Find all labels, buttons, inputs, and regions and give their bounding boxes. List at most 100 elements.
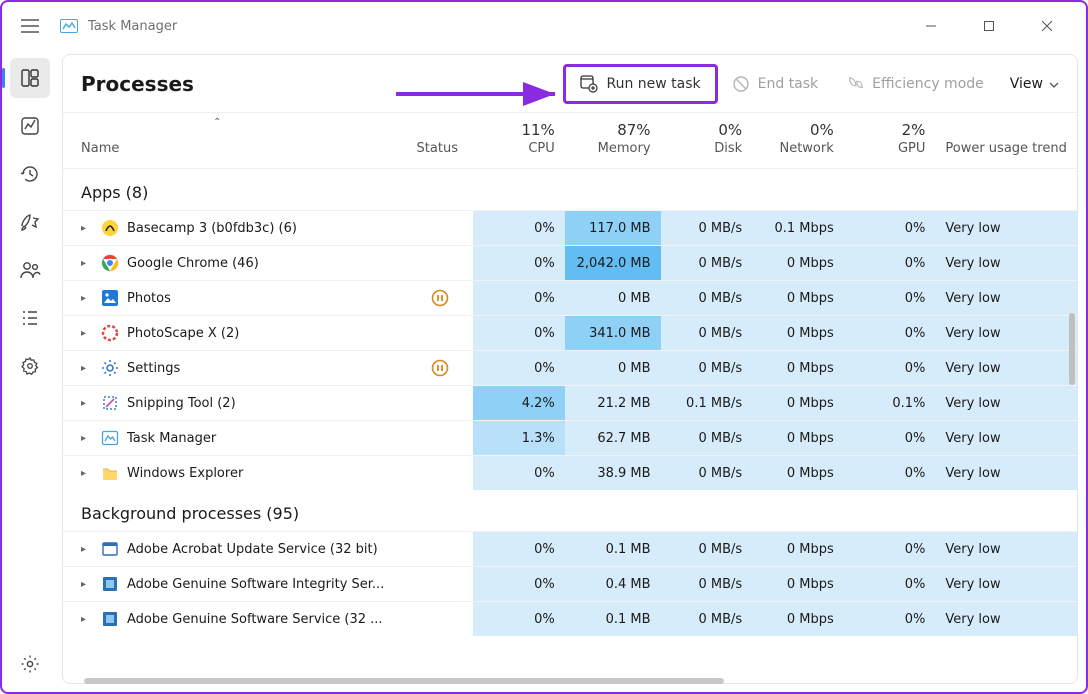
view-label: View <box>1010 76 1043 92</box>
table-row[interactable]: ▸ Adobe Genuine Software Service (32 ...… <box>63 602 1077 637</box>
process-name: Photos <box>127 291 171 306</box>
memory-cell: 117.0 MB <box>565 211 661 246</box>
column-header-gpu[interactable]: 2%GPU <box>844 113 936 169</box>
column-header-power[interactable]: Power usage trend <box>935 113 1077 169</box>
efficiency-icon <box>846 75 864 93</box>
sidebar-item-history[interactable] <box>10 154 50 194</box>
process-icon <box>101 394 119 412</box>
table-row[interactable]: ▸ Task Manager 1.3% 62.7 MB 0 MB/s 0 Mbp… <box>63 421 1077 456</box>
process-icon <box>101 289 119 307</box>
vertical-scrollbar[interactable] <box>1069 313 1075 385</box>
memory-cell: 21.2 MB <box>565 386 661 421</box>
process-name: Adobe Genuine Software Integrity Ser... <box>127 577 384 592</box>
hamburger-menu-icon[interactable] <box>10 19 50 33</box>
process-icon <box>101 429 119 447</box>
minimize-button[interactable] <box>908 10 954 42</box>
network-cell: 0 Mbps <box>752 281 844 316</box>
page-title: Processes <box>81 72 194 96</box>
sidebar-item-processes[interactable] <box>10 58 50 98</box>
process-name: Adobe Acrobat Update Service (32 bit) <box>127 542 378 557</box>
memory-cell: 62.7 MB <box>565 421 661 456</box>
process-table[interactable]: ⌃ Name Status 11%CPU 87%Memory 0%Disk 0%… <box>63 113 1077 683</box>
column-header-cpu[interactable]: 11%CPU <box>473 113 565 169</box>
chevron-right-icon[interactable]: ▸ <box>81 398 93 409</box>
network-cell: 0 Mbps <box>752 316 844 351</box>
chevron-down-icon <box>1049 76 1059 92</box>
chevron-right-icon[interactable]: ▸ <box>81 614 93 625</box>
toolbar: Processes Run new task End task Efficien… <box>63 55 1077 113</box>
sidebar-item-startup[interactable] <box>10 202 50 242</box>
chevron-right-icon[interactable]: ▸ <box>81 328 93 339</box>
process-icon <box>101 540 119 558</box>
process-name: Settings <box>127 361 180 376</box>
table-row[interactable]: ▸ Snipping Tool (2) 4.2% 21.2 MB 0.1 MB/… <box>63 386 1077 421</box>
gpu-cell: 0.1% <box>844 386 936 421</box>
column-header-network[interactable]: 0%Network <box>752 113 844 169</box>
end-task-icon <box>732 75 750 93</box>
table-row[interactable]: ▸ Settings 0% 0 MB 0 MB/s 0 Mbps 0% Very… <box>63 351 1077 386</box>
cpu-cell: 1.3% <box>473 421 565 456</box>
maximize-button[interactable] <box>966 10 1012 42</box>
chevron-right-icon[interactable]: ▸ <box>81 579 93 590</box>
power-cell: Very low <box>935 246 1077 281</box>
power-cell: Very low <box>935 602 1077 637</box>
memory-cell: 0 MB <box>565 281 661 316</box>
chevron-right-icon[interactable]: ▸ <box>81 293 93 304</box>
memory-cell: 0.4 MB <box>565 567 661 602</box>
cpu-cell: 0% <box>473 567 565 602</box>
column-header-memory[interactable]: 87%Memory <box>565 113 661 169</box>
power-cell: Very low <box>935 456 1077 491</box>
gpu-cell: 0% <box>844 421 936 456</box>
group-header-apps[interactable]: Apps (8) <box>63 169 1077 211</box>
run-new-task-button[interactable]: Run new task <box>563 64 717 104</box>
horizontal-scrollbar[interactable] <box>84 678 724 684</box>
process-icon <box>101 610 119 628</box>
close-button[interactable] <box>1024 10 1070 42</box>
table-row[interactable]: ▸ Basecamp 3 (b0fdb3c) (6) 0% 117.0 MB 0… <box>63 211 1077 246</box>
gpu-cell: 0% <box>844 532 936 567</box>
gpu-cell: 0% <box>844 567 936 602</box>
group-header-background[interactable]: Background processes (95) <box>63 490 1077 532</box>
chevron-right-icon[interactable]: ▸ <box>81 544 93 555</box>
memory-cell: 341.0 MB <box>565 316 661 351</box>
sidebar-item-performance[interactable] <box>10 106 50 146</box>
disk-cell: 0 MB/s <box>661 602 753 637</box>
sidebar-item-settings[interactable] <box>10 644 50 684</box>
end-task-button[interactable]: End task <box>718 67 833 101</box>
chevron-right-icon[interactable]: ▸ <box>81 223 93 234</box>
cpu-cell: 0% <box>473 602 565 637</box>
gpu-cell: 0% <box>844 456 936 491</box>
cpu-cell: 0% <box>473 351 565 386</box>
chevron-right-icon[interactable]: ▸ <box>81 363 93 374</box>
chevron-right-icon[interactable]: ▸ <box>81 258 93 269</box>
efficiency-mode-button[interactable]: Efficiency mode <box>832 67 998 101</box>
window-controls <box>908 10 1078 42</box>
disk-cell: 0 MB/s <box>661 456 753 491</box>
table-row[interactable]: ▸ Photos 0% 0 MB 0 MB/s 0 Mbps 0% Very l… <box>63 281 1077 316</box>
sidebar-item-services[interactable] <box>10 346 50 386</box>
chevron-right-icon[interactable]: ▸ <box>81 468 93 479</box>
app-icon <box>60 19 78 33</box>
table-row[interactable]: ▸ Adobe Genuine Software Integrity Ser..… <box>63 567 1077 602</box>
process-name: PhotoScape X (2) <box>127 326 239 341</box>
chevron-right-icon[interactable]: ▸ <box>81 433 93 444</box>
memory-cell: 0.1 MB <box>565 532 661 567</box>
process-icon <box>101 324 119 342</box>
view-button[interactable]: View <box>1010 76 1059 92</box>
table-row[interactable]: ▸ Adobe Acrobat Update Service (32 bit) … <box>63 532 1077 567</box>
sidebar-item-details[interactable] <box>10 298 50 338</box>
column-header-status[interactable]: Status <box>407 113 474 169</box>
table-row[interactable]: ▸ PhotoScape X (2) 0% 341.0 MB 0 MB/s 0 … <box>63 316 1077 351</box>
column-header-disk[interactable]: 0%Disk <box>661 113 753 169</box>
disk-cell: 0 MB/s <box>661 246 753 281</box>
cpu-cell: 4.2% <box>473 386 565 421</box>
table-row[interactable]: ▸ Windows Explorer 0% 38.9 MB 0 MB/s 0 M… <box>63 456 1077 491</box>
column-header-name[interactable]: ⌃ Name <box>63 113 407 169</box>
process-name: Basecamp 3 (b0fdb3c) (6) <box>127 221 297 236</box>
power-cell: Very low <box>935 316 1077 351</box>
table-row[interactable]: ▸ Google Chrome (46) 0% 2,042.0 MB 0 MB/… <box>63 246 1077 281</box>
disk-cell: 0 MB/s <box>661 211 753 246</box>
cpu-cell: 0% <box>473 211 565 246</box>
sidebar-item-users[interactable] <box>10 250 50 290</box>
titlebar: Task Manager <box>2 2 1086 50</box>
